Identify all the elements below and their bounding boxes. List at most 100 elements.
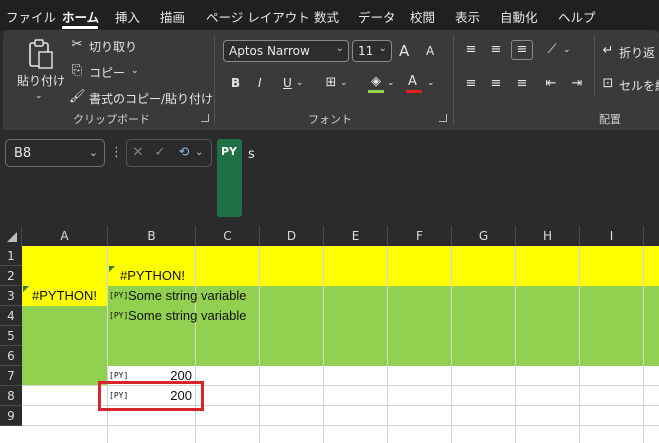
gridline bbox=[579, 246, 580, 443]
formula-input[interactable]: s bbox=[248, 147, 255, 162]
select-all-button[interactable] bbox=[0, 226, 22, 246]
merge-cells-icon[interactable]: ⊡ bbox=[600, 76, 616, 92]
align-right-icon[interactable]: ≡ bbox=[514, 76, 530, 92]
align-left-icon[interactable]: ≡ bbox=[463, 76, 479, 92]
confirm-icon[interactable]: ✓ bbox=[152, 145, 168, 161]
paste-label: 貼り付け bbox=[17, 74, 66, 88]
tab-file[interactable]: ファイル bbox=[6, 7, 56, 26]
cell-a3[interactable]: #PYTHON! bbox=[32, 286, 97, 306]
font-launcher-icon[interactable] bbox=[439, 114, 447, 122]
merge-cells-label[interactable]: セルを結 bbox=[619, 77, 659, 94]
column-header-f[interactable]: F bbox=[388, 226, 452, 246]
python-cell-icon: [PY] bbox=[109, 291, 129, 300]
select-all-icon bbox=[7, 232, 17, 242]
align-top-icon[interactable]: ≡ bbox=[463, 42, 479, 58]
fill-color-icon[interactable]: ◈ bbox=[367, 74, 385, 90]
decrease-indent-icon[interactable]: ⇤ bbox=[543, 76, 559, 92]
column-header-h[interactable]: H bbox=[516, 226, 580, 246]
column-header-a[interactable]: A bbox=[22, 226, 108, 246]
italic-button[interactable]: I bbox=[258, 76, 262, 90]
cancel-icon[interactable]: ✕ bbox=[130, 145, 146, 161]
row-header-6[interactable]: 6 bbox=[0, 346, 22, 366]
tab-draw[interactable]: 描画 bbox=[160, 7, 185, 26]
tab-insert[interactable]: 挿入 bbox=[115, 7, 140, 26]
row-header-5[interactable]: 5 bbox=[0, 326, 22, 346]
gridline bbox=[259, 246, 260, 443]
row-header-2[interactable]: 2 bbox=[0, 266, 22, 286]
chevron-down-icon[interactable]: ⌄ bbox=[340, 75, 348, 91]
cell-b4[interactable]: Some string variable bbox=[128, 306, 247, 326]
tab-home[interactable]: ホーム bbox=[62, 7, 99, 26]
format-painter-icon[interactable]: 🖌 bbox=[69, 89, 86, 105]
tab-help[interactable]: ヘルプ bbox=[558, 7, 596, 26]
row-header-1[interactable]: 1 bbox=[0, 246, 22, 266]
column-header-d[interactable]: D bbox=[260, 226, 324, 246]
more-options-icon[interactable]: ⋮ bbox=[110, 145, 123, 161]
tab-review[interactable]: 校閲 bbox=[410, 7, 435, 26]
copy-icon[interactable]: ⎘ bbox=[69, 63, 85, 79]
row-header-7[interactable]: 7 bbox=[0, 366, 22, 386]
font-name-dropdown[interactable]: Aptos Narrow ⌄ bbox=[223, 40, 349, 62]
font-size-dropdown[interactable]: 11 ⌄ bbox=[352, 40, 392, 62]
chevron-down-icon[interactable]: ⌄ bbox=[195, 145, 203, 161]
borders-icon[interactable]: ⊞ bbox=[323, 75, 339, 91]
cell-b3[interactable]: Some string variable bbox=[128, 286, 247, 306]
font-color-swatch bbox=[406, 90, 422, 93]
name-box[interactable]: B8 ⌄ bbox=[5, 139, 105, 167]
column-header-c[interactable]: C bbox=[196, 226, 260, 246]
chevron-down-icon[interactable]: ⌄ bbox=[296, 75, 304, 91]
row-header-4[interactable]: 4 bbox=[0, 306, 22, 326]
gridline bbox=[195, 246, 196, 443]
underline-button[interactable]: U bbox=[283, 76, 292, 90]
tab-view[interactable]: 表示 bbox=[455, 7, 480, 26]
cut-label[interactable]: 切り取り bbox=[89, 38, 137, 55]
font-group-label: フォント bbox=[308, 113, 352, 126]
shrink-font-icon[interactable]: A bbox=[426, 44, 434, 58]
paste-button[interactable] bbox=[25, 38, 55, 69]
python-badge-label: PY bbox=[221, 145, 238, 158]
align-center-icon[interactable]: ≡ bbox=[488, 76, 504, 92]
chevron-down-icon[interactable]: ⌄ bbox=[563, 42, 571, 58]
tab-data[interactable]: データ bbox=[358, 7, 396, 26]
grow-font-icon[interactable]: A bbox=[399, 42, 409, 60]
tab-page-layout[interactable]: ページ レイアウト bbox=[206, 7, 310, 26]
column-header-e[interactable]: E bbox=[324, 226, 388, 246]
bold-button[interactable]: B bbox=[231, 76, 240, 90]
copy-label[interactable]: コピー bbox=[89, 64, 125, 81]
align-middle-icon[interactable]: ≡ bbox=[488, 42, 504, 58]
wrap-text-label[interactable]: 折り返 bbox=[619, 44, 655, 61]
tab-formulas[interactable]: 数式 bbox=[314, 7, 339, 26]
chevron-down-icon[interactable]: ⌄ bbox=[131, 63, 139, 79]
chevron-down-icon[interactable]: ⌄ bbox=[387, 75, 395, 91]
font-name-value: Aptos Narrow bbox=[229, 44, 310, 58]
group-divider bbox=[594, 36, 595, 96]
increase-indent-icon[interactable]: ⇥ bbox=[569, 76, 585, 92]
formula-controls: ✕ ✓ ⟲ ⌄ bbox=[126, 139, 212, 167]
python-badge[interactable]: PY bbox=[217, 139, 242, 217]
chevron-down-icon: ⌄ bbox=[378, 43, 387, 54]
font-color-button[interactable]: A bbox=[408, 74, 417, 89]
clipboard-launcher-icon[interactable] bbox=[201, 114, 209, 122]
python-insert-icon[interactable]: ⟲ bbox=[175, 145, 193, 161]
wrap-text-icon[interactable]: ↵ bbox=[600, 43, 616, 59]
chevron-down-icon[interactable]: ⌄ bbox=[35, 88, 43, 104]
align-bottom-button[interactable]: ≡ bbox=[511, 40, 533, 60]
column-header-i[interactable]: I bbox=[580, 226, 644, 246]
cell-b2[interactable]: #PYTHON! bbox=[120, 266, 185, 286]
format-painter-label[interactable]: 書式のコピー/貼り付け bbox=[89, 90, 213, 107]
chevron-down-icon: ⌄ bbox=[335, 43, 344, 54]
tab-automate[interactable]: 自動化 bbox=[500, 7, 538, 26]
column-header-b[interactable]: B bbox=[108, 226, 196, 246]
python-cell-icon: [PY] bbox=[109, 311, 129, 320]
row-header-3[interactable]: 3 bbox=[0, 286, 22, 306]
chevron-down-icon[interactable]: ⌄ bbox=[427, 75, 435, 91]
row-header-9[interactable]: 9 bbox=[0, 406, 22, 426]
orientation-icon[interactable]: ⟋ bbox=[543, 42, 561, 58]
chevron-down-icon: ⌄ bbox=[88, 146, 98, 159]
gridline bbox=[387, 246, 388, 443]
row-header-8[interactable]: 8 bbox=[0, 386, 22, 406]
group-divider bbox=[453, 36, 454, 124]
scissors-icon[interactable]: ✂ bbox=[69, 37, 85, 53]
column-header-g[interactable]: G bbox=[452, 226, 516, 246]
cell-fill-green bbox=[22, 366, 108, 386]
